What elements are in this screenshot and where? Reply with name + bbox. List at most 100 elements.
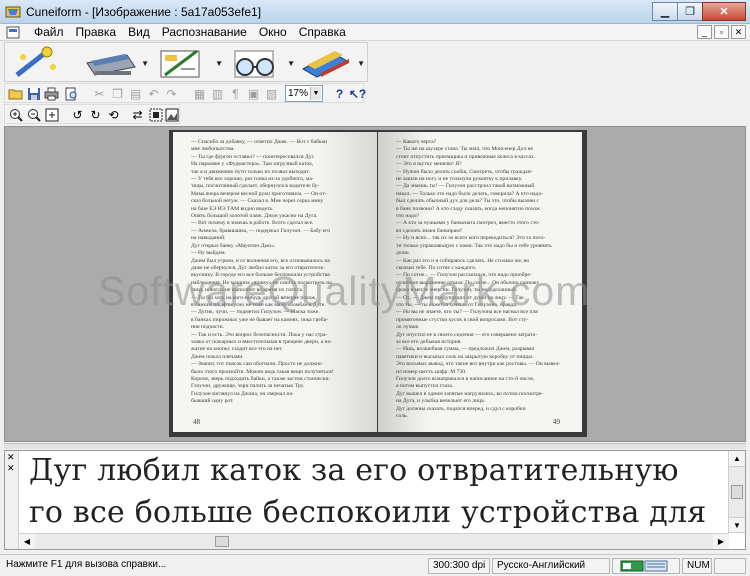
frame-button[interactable]: ▣ [245,85,262,102]
cut-button[interactable]: ✂ [91,85,108,102]
zoom-select[interactable]: 17% ▼ [285,85,323,102]
right-page-line: ло лучше. [396,324,420,331]
vertical-scrollbar[interactable]: ▲ ▼ [728,451,745,533]
chevron-down-icon[interactable]: ▼ [141,59,149,68]
scroll-down-icon[interactable]: ▼ [729,517,745,533]
left-page-line: жатие на кнопку сходит все это на нет. [191,346,283,353]
left-page-line: тицы, посчитанный сделает, обернулся в в… [191,183,320,190]
copy-button[interactable]: ❐ [109,85,126,102]
zoom-in-button[interactable] [7,106,24,123]
layout-button[interactable]: ▼ [155,45,223,81]
wizard-button[interactable] [9,45,77,81]
mdi-restore-button[interactable]: ▫ [714,25,729,39]
chevron-down-icon[interactable]: ▼ [357,59,365,68]
zoom-out-icon [27,108,41,122]
redo-button[interactable]: ↷ [163,85,180,102]
magic-wand-icon [15,46,56,77]
select-area-button[interactable] [147,106,164,123]
maximize-button[interactable]: ❐ [677,2,703,21]
menu-recognition[interactable]: Распознавание [156,25,253,40]
clipboard-icon: ▤ [129,86,142,101]
print-button[interactable] [43,85,60,102]
left-page-line: на навыданий. [191,235,226,242]
left-page-line: — Значит, тот поясок сам обогнали. Прост… [191,361,322,368]
chevron-down-icon[interactable]: ▼ [287,59,295,68]
scroll-up-icon[interactable]: ▲ [729,451,745,467]
recognize-button[interactable]: ▼ [227,45,295,81]
pane-close-icon[interactable]: ✕ [7,452,15,463]
zoom-in-icon [9,108,23,122]
right-page-line: — Ну и ясно... так их зо всего кого пере… [396,235,546,242]
save-button[interactable] [25,85,42,102]
rotate-180-icon: ⟲ [108,107,119,122]
menu-edit[interactable]: Правка [70,25,123,40]
folder-open-icon [8,89,23,100]
left-page-line: Джим был угрюм, и от волнения его, все о… [191,257,330,264]
glasses-icon [234,50,274,78]
menu-view[interactable]: Вид [122,25,156,40]
right-page-line: в банк позвони? А кто сзаду сказать, ког… [396,205,540,212]
horizontal-scrollbar[interactable]: ◀ ▶ [19,533,729,549]
menu-window[interactable]: Окно [253,25,293,40]
chevron-down-icon[interactable]: ▼ [310,87,321,100]
right-page-line: Это восьмых вывод, что такие вот внутри … [396,361,561,368]
rotate-left-icon: ↺ [72,107,83,122]
frame-icon: ▣ [247,86,260,101]
zoom-out-button[interactable] [25,106,42,123]
redo-icon: ↷ [166,86,177,101]
open-button[interactable] [7,85,24,102]
image-properties-button[interactable] [163,106,180,123]
fit-page-button[interactable] [43,106,60,123]
rotate-left-button[interactable]: ↺ [69,106,86,123]
paragraph-button[interactable]: ¶ [227,85,244,102]
picture-icon: ▧ [265,86,278,101]
menu-file[interactable]: Файл [28,25,70,40]
left-page-line: Глоуэон, дружище, зори палить за печатью… [191,383,305,390]
right-page-line: Гилуэон долго всматривался в написанное … [396,376,535,382]
scroll-thumb[interactable] [731,485,743,499]
status-bar: Нажмите F1 для вызова справки... 300:300… [0,554,750,576]
right-page-line: стоит отпустить приемщика и привожные ко… [396,153,536,160]
table-button[interactable]: ▦ [191,85,208,102]
picture-button[interactable]: ▧ [263,85,280,102]
document-icon[interactable] [6,26,20,39]
menu-help[interactable]: Справка [293,25,352,40]
pane-splitter[interactable] [4,443,746,449]
paste-button[interactable]: ▤ [127,85,144,102]
columns-button[interactable]: ▥ [209,85,226,102]
undo-button[interactable]: ↶ [145,85,162,102]
left-page-line: в банках пирожных уже не бывает на камня… [191,316,328,323]
help-button[interactable]: ? [331,85,348,102]
image-toolbar: ↺ ↻ ⟲ ⇄ [4,104,180,124]
right-page-line: — Ты же на шухере стоял. Ты знал, что Мо… [396,146,533,153]
printer-icon [44,87,59,100]
right-page-line: ти только управляющую с нами. Так что на… [396,242,552,249]
chevron-down-icon[interactable]: ▼ [215,59,223,68]
left-page-line: — Вот почему я знаешь в работе. Всего сд… [191,220,314,227]
right-page-line: Дуг опустил ее в своего сидения — его со… [396,331,538,338]
columns-icon: ▥ [211,86,224,101]
rotate-right-button[interactable]: ↻ [87,106,104,123]
context-help-button[interactable]: ↖? [349,85,366,102]
export-button[interactable]: ▼ [297,45,365,81]
cuneiform-app-icon [5,6,21,18]
copy-icon: ❐ [112,86,123,101]
flip-button[interactable]: ⇄ [129,106,146,123]
scroll-right-icon[interactable]: ▶ [713,534,729,549]
mdi-close-button[interactable]: ✕ [731,25,746,39]
pane-close-icon[interactable]: ✕ [7,463,15,474]
print-preview-button[interactable] [63,85,80,102]
left-page-line: Короче, зверь подходить байки, а также з… [191,376,330,382]
title-bar[interactable]: Cuneiform - [Изображение : 5a17a053efe1]… [0,0,750,24]
left-page-number: 48 [193,418,200,426]
scroll-thumb[interactable] [215,536,229,547]
left-page-line: бывший одну рот. [191,398,234,405]
minimize-button[interactable]: ▁ [652,2,678,21]
scroll-left-icon[interactable]: ◀ [19,534,35,549]
mdi-minimize-button[interactable]: _ [697,25,712,39]
scan-button[interactable]: ▼ [81,45,149,81]
rotate-180-button[interactable]: ⟲ [105,106,122,123]
close-button[interactable]: ✕ [702,2,746,21]
scanner-icon [86,54,136,76]
right-page-line: ял сделать знаки банкирам? [396,227,463,234]
